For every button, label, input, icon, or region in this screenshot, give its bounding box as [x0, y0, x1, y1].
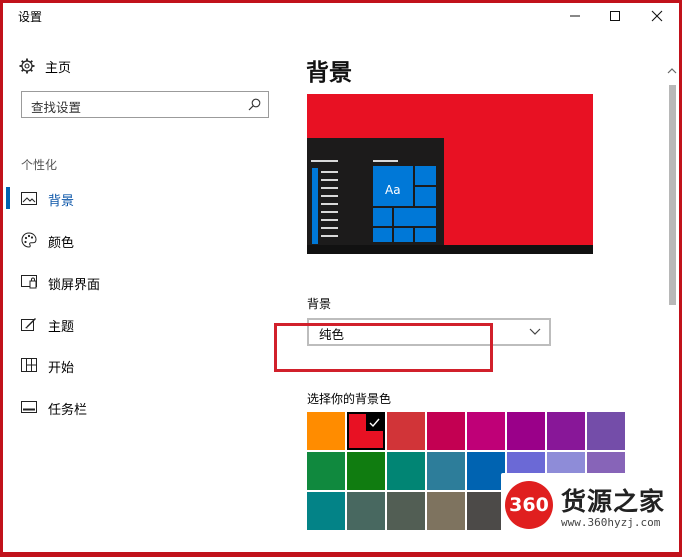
- color-swatch[interactable]: [387, 452, 425, 490]
- search-input[interactable]: 查找设置: [21, 91, 269, 118]
- preview-taskbar: [307, 245, 593, 254]
- scroll-up-icon[interactable]: [667, 67, 677, 75]
- sidebar-item-label: 任务栏: [48, 403, 88, 418]
- color-swatch[interactable]: [387, 492, 425, 530]
- checkmark-icon: [366, 414, 383, 431]
- home-label: 主页: [45, 60, 72, 76]
- background-preview: Aa: [307, 94, 593, 254]
- color-swatch[interactable]: [387, 412, 425, 450]
- color-swatch[interactable]: [547, 412, 585, 450]
- sidebar-item-label: 颜色: [48, 236, 75, 251]
- watermark-badge: 360: [505, 481, 553, 529]
- color-swatch[interactable]: [467, 412, 505, 450]
- chevron-down-icon: [529, 328, 541, 335]
- annotation-highlight-box: [274, 323, 493, 372]
- watermark-title: 货源之家: [561, 487, 666, 516]
- theme-icon: [20, 316, 38, 332]
- watermark-logo: 360 货源之家 www.360hyzj.com: [501, 473, 679, 536]
- section-title: 个性化: [21, 158, 58, 172]
- sidebar-item-lock-screen[interactable]: 锁屏界面: [3, 270, 288, 294]
- preview-tile-text: Aa: [385, 183, 401, 197]
- sidebar-item-taskbar[interactable]: 任务栏: [3, 395, 288, 419]
- lock-screen-icon: [20, 274, 38, 290]
- sidebar-item-label: 开始: [48, 361, 75, 376]
- color-swatch[interactable]: [427, 492, 465, 530]
- sidebar-item-home[interactable]: 主页: [19, 56, 71, 76]
- search-icon[interactable]: [248, 98, 261, 111]
- window-title: 设置: [18, 10, 43, 24]
- sidebar-item-label: 主题: [48, 320, 75, 335]
- color-swatch[interactable]: [587, 412, 625, 450]
- active-indicator: [6, 187, 10, 209]
- watermark-url: www.360hyzj.com: [561, 516, 661, 529]
- scroll-thumb[interactable]: [669, 85, 676, 305]
- sidebar-item-background[interactable]: 背景: [3, 186, 288, 210]
- taskbar-icon: [20, 399, 38, 415]
- color-swatch[interactable]: [307, 492, 345, 530]
- color-swatch[interactable]: [307, 452, 345, 490]
- sidebar-item-label: 锁屏界面: [48, 278, 101, 293]
- gear-icon: [19, 58, 35, 74]
- background-type-label: 背景: [307, 297, 332, 311]
- minimize-icon: [570, 15, 580, 17]
- preview-sidebar-strip: [312, 168, 318, 244]
- search-placeholder: 查找设置: [31, 100, 82, 115]
- sidebar-item-label: 背景: [48, 194, 75, 209]
- palette-icon: [20, 232, 38, 248]
- sidebar: 主页 查找设置 个性化 背景 颜色 锁屏界面 主题 开始 任务栏: [3, 29, 288, 552]
- sidebar-item-color[interactable]: 颜色: [3, 228, 288, 252]
- color-swatch[interactable]: [347, 492, 385, 530]
- preview-tiles: [373, 166, 436, 242]
- color-swatch-selected[interactable]: [347, 412, 385, 450]
- color-swatch[interactable]: [427, 452, 465, 490]
- color-swatch[interactable]: [427, 412, 465, 450]
- maximize-icon: [610, 11, 620, 21]
- maximize-button[interactable]: [592, 3, 638, 29]
- color-swatch[interactable]: [467, 492, 505, 530]
- sidebar-item-start[interactable]: 开始: [3, 353, 288, 377]
- close-icon: [651, 10, 663, 22]
- swatch-label: 选择你的背景色: [307, 392, 392, 406]
- start-icon: [20, 357, 38, 373]
- color-swatch[interactable]: [467, 452, 505, 490]
- image-icon: [20, 190, 38, 206]
- page-title: 背景: [306, 60, 352, 86]
- color-swatch[interactable]: [347, 452, 385, 490]
- color-swatch[interactable]: [307, 412, 345, 450]
- color-swatch[interactable]: [507, 412, 545, 450]
- close-button[interactable]: [634, 3, 679, 29]
- sidebar-item-theme[interactable]: 主题: [3, 312, 288, 336]
- title-bar: 设置: [3, 3, 679, 29]
- settings-window: 设置 主页 查找设置 个性化 背景 颜色 锁屏界面 主题 开始 任务栏 背景 A…: [3, 3, 679, 552]
